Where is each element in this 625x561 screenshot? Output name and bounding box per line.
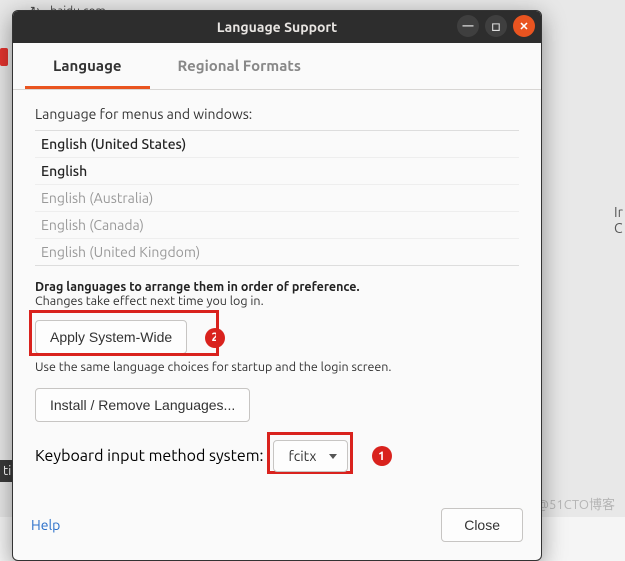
- list-item[interactable]: English: [35, 158, 519, 185]
- list-item[interactable]: English (Australia): [35, 185, 519, 212]
- annotation-badge-1: 1: [372, 446, 392, 466]
- tab-bar: Language Regional Formats: [13, 43, 541, 90]
- close-button[interactable]: Close: [441, 508, 523, 542]
- titlebar[interactable]: Language Support — ◻ ✕: [13, 11, 541, 43]
- install-remove-languages-button[interactable]: Install / Remove Languages...: [35, 388, 250, 422]
- language-support-dialog: Language Support — ◻ ✕ Language Regional…: [12, 10, 542, 561]
- input-method-value: fcitx: [288, 448, 316, 464]
- tab-content: Language for menus and windows: English …: [13, 90, 541, 498]
- window-close-button[interactable]: ✕: [513, 15, 535, 37]
- list-item[interactable]: English (United Kingdom): [35, 239, 519, 265]
- input-method-select[interactable]: fcitx: [273, 440, 347, 472]
- menus-windows-label: Language for menus and windows:: [35, 106, 519, 122]
- tab-regional-formats[interactable]: Regional Formats: [150, 43, 329, 89]
- page-logo-fragment: [0, 48, 8, 66]
- dialog-footer: Help Close: [13, 498, 541, 560]
- window-title: Language Support: [217, 19, 337, 35]
- help-link[interactable]: Help: [31, 517, 60, 533]
- tab-language[interactable]: Language: [25, 43, 150, 89]
- language-list[interactable]: English (United States) English English …: [35, 130, 519, 266]
- apply-system-wide-button[interactable]: Apply System-Wide: [35, 320, 187, 354]
- minimize-icon: —: [463, 20, 474, 32]
- chevron-down-icon: [329, 454, 337, 459]
- list-item[interactable]: English (United States): [35, 131, 519, 158]
- window-maximize-button[interactable]: ◻: [485, 15, 507, 37]
- apply-sub-label: Use the same language choices for startu…: [35, 360, 519, 374]
- window-minimize-button[interactable]: —: [457, 15, 479, 37]
- drag-sub-label: Changes take effect next time you log in…: [35, 294, 519, 308]
- annotation-badge-2: 2: [205, 328, 225, 348]
- list-item[interactable]: English (Canada): [35, 212, 519, 239]
- close-icon: ✕: [519, 20, 528, 33]
- drag-hint-label: Drag languages to arrange them in order …: [35, 280, 519, 294]
- maximize-icon: ◻: [491, 20, 500, 33]
- right-panel-fragment: Ir C: [610, 200, 625, 320]
- input-method-label: Keyboard input method system:: [35, 447, 263, 465]
